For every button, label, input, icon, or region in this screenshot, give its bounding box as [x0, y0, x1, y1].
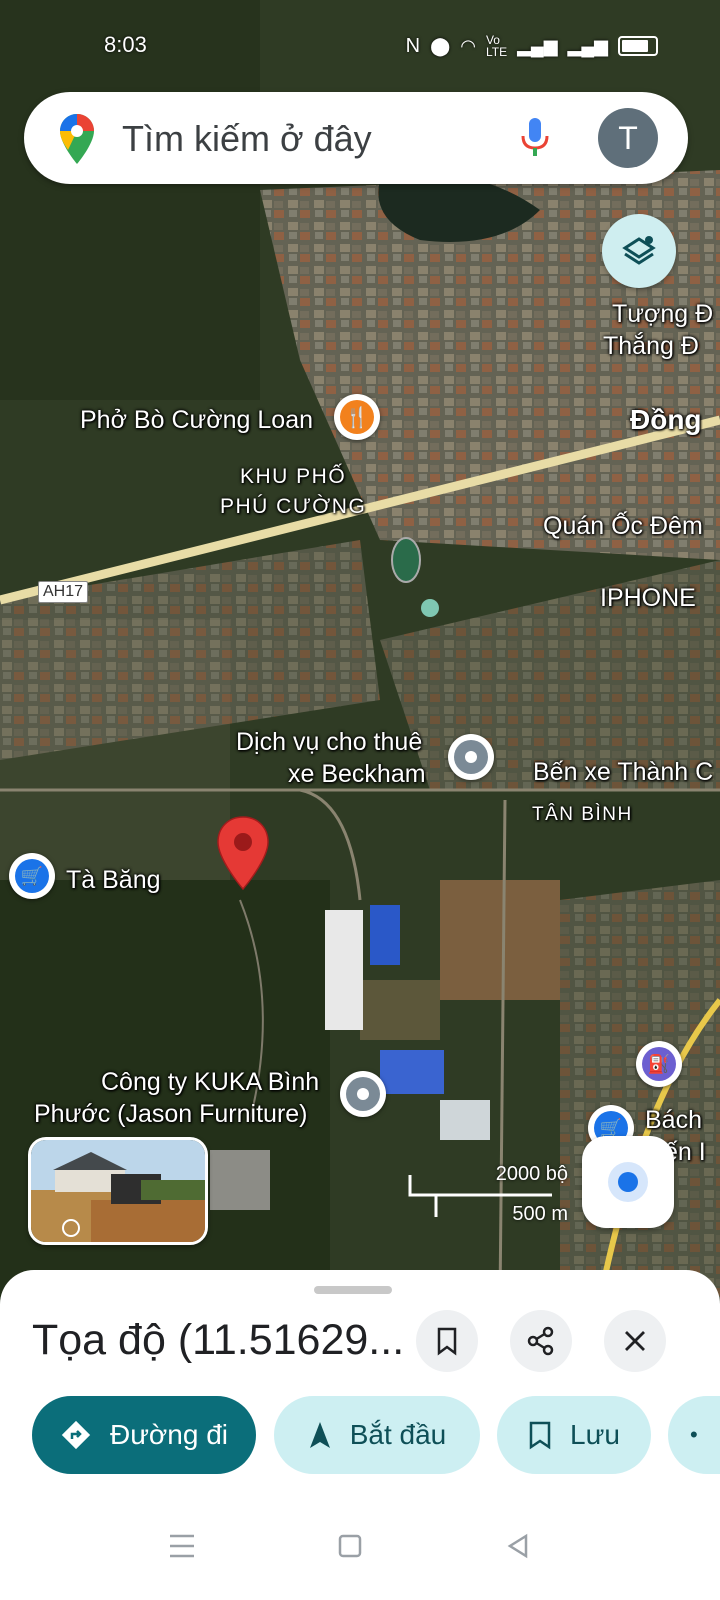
route-shield-ah17: AH17 — [38, 581, 89, 603]
wifi-icon: ◠ — [460, 35, 476, 56]
signal-icon-1: ▂▄▆ — [517, 35, 558, 56]
close-icon — [625, 1331, 645, 1351]
shopping-pin-ta-bang[interactable]: 🛒 — [9, 853, 55, 899]
microphone-icon[interactable] — [520, 116, 550, 160]
restaurant-pin[interactable]: 🍴 — [334, 394, 380, 440]
my-location-icon — [618, 1172, 638, 1192]
place-pin-beckham[interactable] — [448, 734, 494, 780]
sheet-drag-handle[interactable] — [314, 1286, 392, 1294]
share-button[interactable] — [510, 1310, 572, 1372]
bookmark-icon — [529, 1421, 551, 1450]
more-actions-button[interactable]: • — [668, 1396, 720, 1474]
place-pin-kuka[interactable] — [340, 1071, 386, 1117]
place-label-ben-xe[interactable]: Bến xe Thành C — [533, 756, 713, 788]
place-label-dich-vu-1[interactable]: Dịch vụ cho thuê — [236, 726, 422, 758]
bookmark-button[interactable] — [416, 1310, 478, 1372]
status-icons: N ⬤ ◠ Vo LTE ▂▄▆ ▂▄▆ — [406, 34, 658, 58]
location-icon: ⬤ — [430, 35, 451, 56]
status-time: 8:03 — [104, 32, 147, 57]
area-label-khu-pho-2: PHÚ CƯỜNG — [220, 495, 367, 518]
directions-button[interactable]: Đường đi — [32, 1396, 256, 1474]
layers-icon — [622, 236, 656, 265]
place-label-kuka-1[interactable]: Công ty KUKA Bình — [101, 1066, 319, 1098]
street-view-image — [31, 1140, 205, 1242]
place-label-dich-vu-2[interactable]: xe Beckham — [288, 758, 426, 790]
menu-icon — [170, 1534, 194, 1558]
home-nav-button[interactable] — [330, 1526, 370, 1566]
place-label-quan-oc[interactable]: Quán Ốc Đêm — [543, 510, 703, 542]
location-dot-icon — [357, 1088, 369, 1100]
gas-station-pin[interactable]: ⛽ — [636, 1041, 682, 1087]
signal-icon-2: ▂▄▆ — [567, 35, 608, 56]
place-label-bach[interactable]: Bách — [645, 1104, 702, 1136]
home-square-icon — [338, 1534, 362, 1558]
save-button[interactable]: Lưu — [497, 1396, 651, 1474]
dropped-pin-icon[interactable] — [215, 815, 271, 891]
map-label-dong[interactable]: Đồng — [630, 404, 702, 436]
directions-icon — [61, 1420, 91, 1450]
bookmark-icon — [437, 1327, 457, 1356]
area-label-khu-pho-1: KHU PHỐ — [240, 465, 347, 488]
share-icon — [527, 1326, 554, 1356]
close-button[interactable] — [604, 1310, 666, 1372]
save-label: Lưu — [570, 1419, 620, 1450]
street-view-thumbnail[interactable] — [28, 1137, 208, 1245]
location-dot-icon — [465, 751, 477, 763]
cart-icon: 🛒 — [20, 865, 44, 886]
fork-knife-icon: 🍴 — [344, 406, 370, 429]
map-scale: 2000 bộ 500 m — [408, 1163, 568, 1225]
place-label-ta-bang[interactable]: Tà Băng — [66, 864, 161, 896]
menu-nav-button[interactable] — [162, 1526, 202, 1566]
search-bar[interactable]: Tìm kiếm ở đây T — [24, 92, 688, 184]
place-label-kuka-2[interactable]: Phước (Jason Furniture) — [34, 1098, 308, 1130]
more-icon: • — [690, 1422, 698, 1447]
account-avatar[interactable]: T — [598, 108, 658, 168]
place-label-iphone[interactable]: IPHONE — [600, 582, 696, 614]
back-triangle-icon — [507, 1533, 528, 1559]
status-bar: 8:03 N ⬤ ◠ Vo LTE ▂▄▆ ▂▄▆ — [0, 26, 720, 66]
battery-icon — [618, 36, 658, 56]
start-label: Bắt đầu — [349, 1419, 447, 1450]
map-label-thang[interactable]: Thắng Đ — [603, 330, 699, 362]
map-label-tuong[interactable]: Tượng Đ — [612, 298, 713, 330]
directions-label: Đường đi — [109, 1419, 229, 1450]
start-button[interactable]: Bắt đầu — [274, 1396, 480, 1474]
search-input[interactable]: Tìm kiếm ở đây — [122, 118, 372, 160]
system-nav-bar — [0, 1490, 720, 1600]
volte-icon: Vo LTE — [485, 33, 508, 59]
google-maps-logo-icon — [60, 114, 94, 164]
place-title: Tọa độ (11.51629... — [32, 1316, 405, 1364]
gas-pump-icon: ⛽ — [647, 1053, 671, 1074]
map-view[interactable]: Tượng Đ Thắng Đ Phở Bò Cường Loan 🍴 Đồng… — [0, 0, 720, 1300]
layers-button[interactable] — [602, 214, 676, 288]
nfc-icon: N — [405, 34, 421, 57]
my-location-button[interactable] — [582, 1136, 674, 1228]
place-label-pho-bo[interactable]: Phở Bò Cường Loan — [80, 404, 313, 436]
back-nav-button[interactable] — [498, 1526, 538, 1566]
navigation-arrow-icon — [309, 1422, 330, 1448]
area-label-tan-binh: TÂN BÌNH — [532, 804, 633, 825]
scale-bar — [408, 1175, 552, 1217]
